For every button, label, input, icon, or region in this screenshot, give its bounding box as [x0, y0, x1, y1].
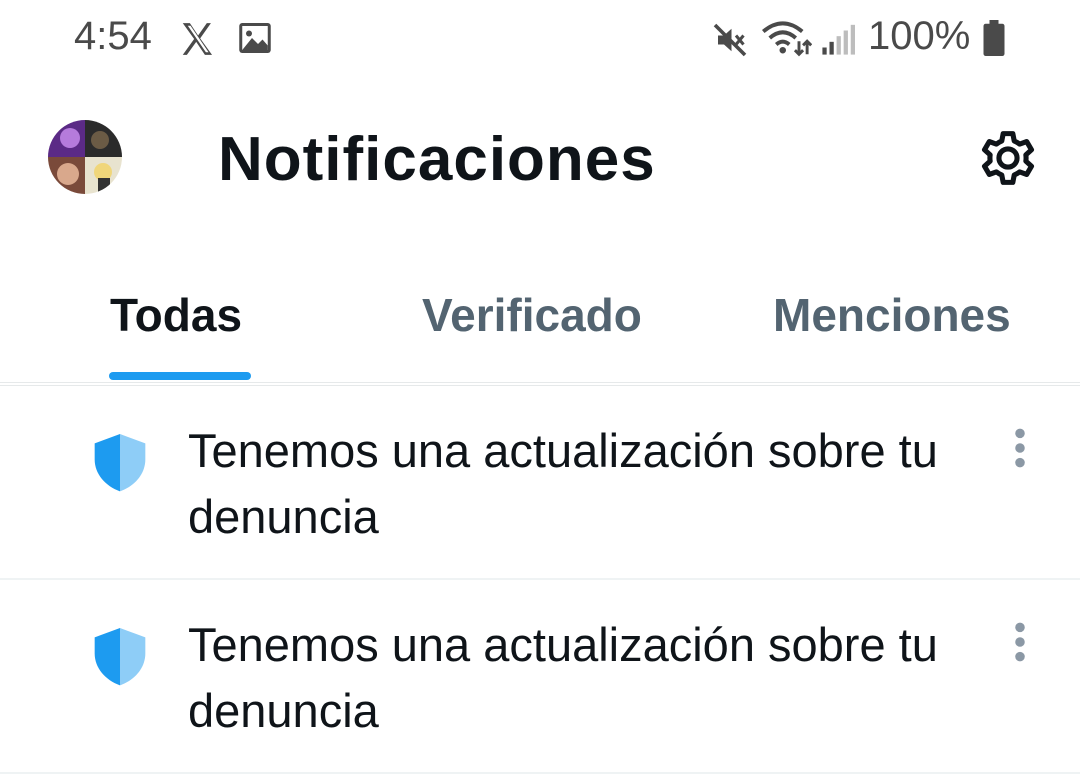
battery-icon: [983, 20, 1005, 56]
status-bar: 4:54 100%: [0, 0, 1080, 80]
more-options-icon[interactable]: [1012, 620, 1028, 664]
tab-verificado[interactable]: Verificado: [422, 288, 642, 342]
wifi-icon: [762, 21, 812, 57]
header: Notificaciones: [0, 80, 1080, 240]
active-tab-indicator: [109, 372, 251, 380]
page-title: Notificaciones: [218, 125, 656, 194]
gear-icon[interactable]: [974, 124, 1042, 192]
image-icon: [239, 23, 271, 53]
tab-bar: Todas Verificado Menciones: [0, 250, 1080, 384]
avatar[interactable]: [48, 120, 122, 194]
notification-item[interactable]: Tenemos una actualización sobre tu denun…: [0, 580, 1080, 774]
avatar-image: [48, 120, 122, 194]
shield-icon: [94, 628, 146, 686]
more-options-icon[interactable]: [1012, 426, 1028, 470]
notification-item[interactable]: Tenemos una actualización sobre tu denun…: [0, 386, 1080, 580]
notification-text: Tenemos una actualización sobre tu denun…: [188, 424, 938, 543]
mute-icon: [713, 23, 747, 57]
shield-icon: [94, 434, 146, 492]
x-logo-icon: [182, 23, 213, 55]
notification-text: Tenemos una actualización sobre tu denun…: [188, 618, 938, 737]
battery-percentage: 100%: [868, 14, 971, 58]
tab-menciones[interactable]: Menciones: [773, 288, 1011, 342]
tab-todas[interactable]: Todas: [110, 288, 242, 342]
status-time: 4:54: [74, 14, 152, 58]
signal-icon: [822, 24, 855, 55]
